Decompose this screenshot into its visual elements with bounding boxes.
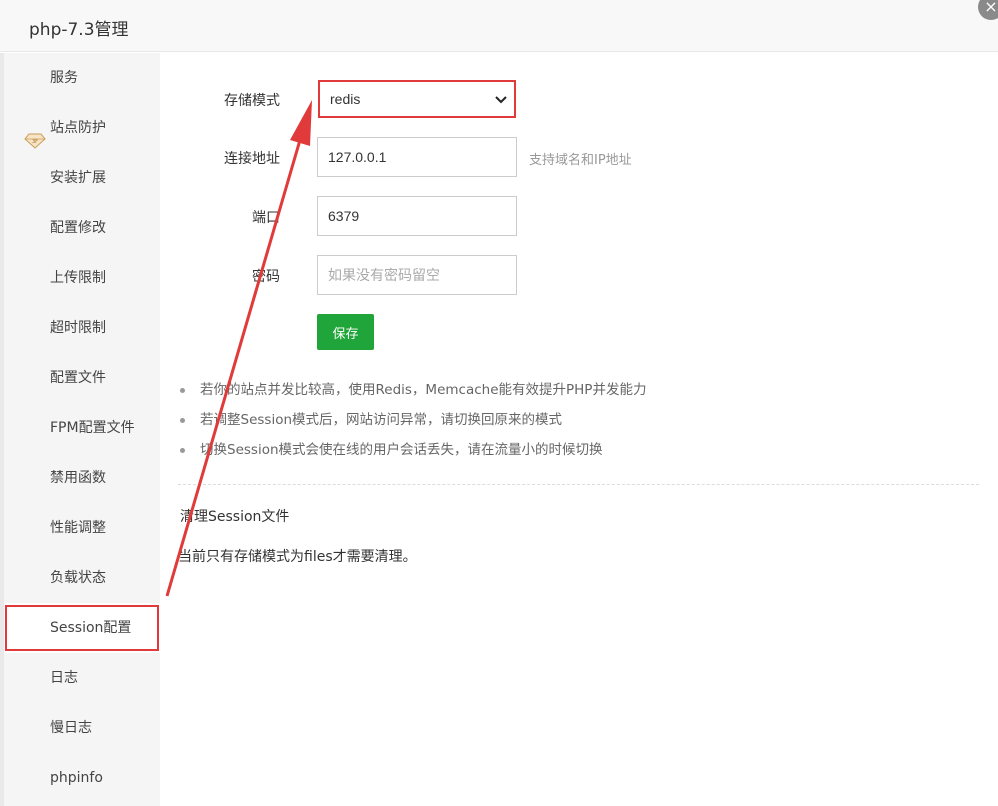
- sidebar-item-label: 上传限制: [50, 270, 106, 286]
- sidebar-item-config-edit[interactable]: 配置修改: [4, 203, 160, 253]
- sidebar-item-load-status[interactable]: 负载状态: [4, 553, 160, 603]
- sidebar-item-session-config[interactable]: Session配置: [4, 603, 160, 653]
- sidebar-item-timeout-limit[interactable]: 超时限制: [4, 303, 160, 353]
- sidebar-item-config-file[interactable]: 配置文件: [4, 353, 160, 403]
- password-input[interactable]: [317, 255, 517, 295]
- sidebar-item-label: 禁用函数: [50, 470, 106, 486]
- sidebar-item-site-protection[interactable]: 3F 站点防护: [4, 103, 160, 153]
- cleanup-title: 清理Session文件: [180, 509, 290, 525]
- host-label: 连接地址: [224, 151, 280, 167]
- divider: [178, 484, 979, 485]
- sidebar-item-upload-limit[interactable]: 上传限制: [4, 253, 160, 303]
- storage-mode-select[interactable]: redis: [320, 82, 514, 116]
- sidebar-item-label: 配置修改: [50, 220, 106, 236]
- tips-list: 若你的站点并发比较高，使用Redis，Memcache能有效提升PHP并发能力 …: [180, 380, 646, 470]
- sidebar-item-label: 配置文件: [50, 370, 106, 386]
- storage-mode-label: 存储模式: [224, 93, 280, 109]
- host-hint: 支持域名和IP地址: [529, 153, 632, 168]
- list-item: 若调整Session模式后，网站访问异常，请切换回原来的模式: [180, 410, 646, 440]
- sidebar-item-label: 负载状态: [50, 570, 106, 586]
- password-label: 密码: [252, 269, 280, 285]
- save-button[interactable]: 保存: [317, 314, 374, 350]
- sidebar-item-label: 性能调整: [50, 520, 106, 536]
- host-input[interactable]: [317, 137, 517, 177]
- sidebar-item-slow-log[interactable]: 慢日志: [4, 703, 160, 753]
- list-item: 若你的站点并发比较高，使用Redis，Memcache能有效提升PHP并发能力: [180, 380, 646, 410]
- port-input[interactable]: [317, 196, 517, 236]
- sidebar: 服务 3F 站点防护 安装扩展 配置修改 上传限制 超时限制 配置文件 FPM配…: [4, 53, 160, 806]
- sidebar-item-label: 安装扩展: [50, 170, 106, 186]
- sidebar-item-label: phpinfo: [50, 770, 103, 786]
- sidebar-item-label: 站点防护: [50, 120, 106, 136]
- sidebar-item-fpm-config[interactable]: FPM配置文件: [4, 403, 160, 453]
- sidebar-item-log[interactable]: 日志: [4, 653, 160, 703]
- sidebar-item-label: FPM配置文件: [50, 420, 135, 436]
- svg-text:3F: 3F: [32, 139, 38, 145]
- port-label: 端口: [252, 210, 280, 226]
- list-item: 切换Session模式会使在线的用户会话丢失，请在流量小的时候切换: [180, 440, 646, 470]
- sidebar-item-phpinfo[interactable]: phpinfo: [4, 753, 160, 803]
- window-title: php-7.3管理: [29, 20, 129, 40]
- sidebar-item-label: 服务: [50, 70, 78, 86]
- sidebar-item-label: 日志: [50, 670, 78, 686]
- sidebar-item-install-extensions[interactable]: 安装扩展: [4, 153, 160, 203]
- sidebar-item-label: Session配置: [50, 620, 132, 636]
- sidebar-item-performance[interactable]: 性能调整: [4, 503, 160, 553]
- sidebar-item-label: 慢日志: [50, 720, 92, 736]
- storage-mode-select-wrapper: redis: [318, 80, 516, 118]
- sidebar-item-disabled-functions[interactable]: 禁用函数: [4, 453, 160, 503]
- sidebar-item-label: 超时限制: [50, 320, 106, 336]
- sidebar-item-service[interactable]: 服务: [4, 53, 160, 103]
- window-header: php-7.3管理: [0, 0, 998, 52]
- cleanup-note: 当前只有存储模式为files才需要清理。: [178, 549, 417, 565]
